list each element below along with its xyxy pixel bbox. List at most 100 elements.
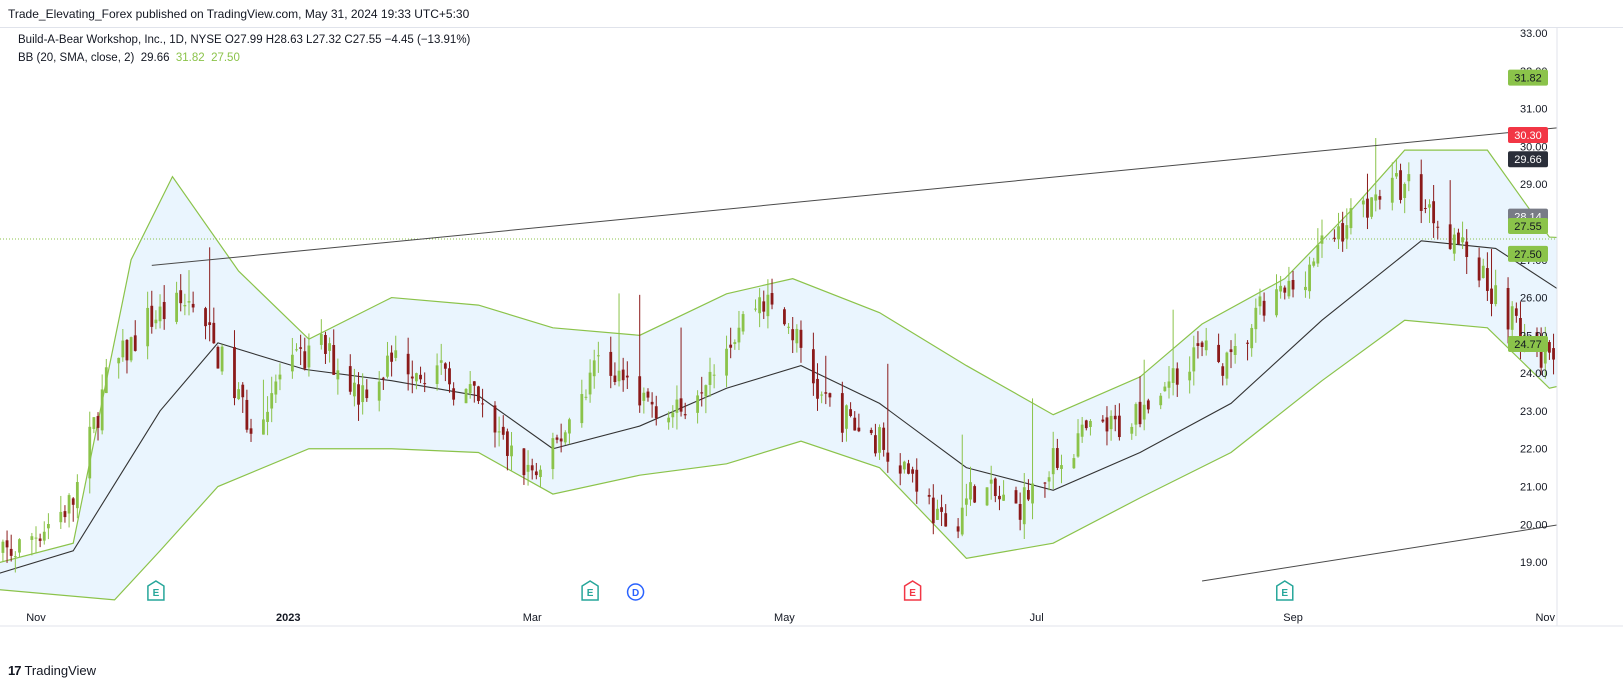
time-axis-label: Sep [1283,612,1303,624]
candle-body [477,386,480,402]
candle-body [596,355,600,357]
candle-body [1134,404,1138,425]
candle-body [1552,348,1555,360]
candle-body [1031,483,1034,504]
candle-body [406,353,410,375]
candle-body [104,367,108,394]
candle-body [117,357,121,364]
candle-body [1428,204,1431,208]
tradingview-logo-icon: 17 [8,663,22,678]
candle-body [394,350,398,358]
candle-body [1175,368,1179,385]
candle-body [324,335,327,354]
candle-body [1510,306,1514,330]
candle-body [936,508,939,520]
candle-body [42,531,46,541]
svg-text:27.55: 27.55 [1514,221,1542,233]
candle-body [1316,244,1320,264]
candle-body [820,394,824,396]
candle-body [328,343,331,351]
time-axis-label: 2023 [276,612,300,624]
bb-legend[interactable]: BB (20, SMA, close, 2) 29.66 31.82 27.50 [18,52,240,64]
candle-body [1423,208,1427,210]
candle-body [857,427,861,432]
candle-body [679,398,683,412]
candle-body [266,411,269,422]
candle-body [1105,417,1109,432]
price-axis-label: 24.00 [1520,368,1548,380]
candle-body [522,448,526,476]
candle-body [1419,174,1423,211]
candle-body [944,513,948,527]
candle-body [96,416,100,428]
candle-body [419,374,422,380]
candle-body [1481,265,1485,279]
candle-body [1204,340,1208,351]
candle-body [993,478,997,497]
candle-body [1275,289,1278,316]
price-axis-label: 23.00 [1520,406,1548,418]
candle-body [1200,342,1204,347]
candle-body [220,346,224,372]
candle-body [1569,333,1572,341]
candle-body [1448,224,1452,249]
candle-body [162,301,166,320]
candle-body [878,427,881,453]
candle-body [1167,381,1171,388]
candle-body [361,385,365,403]
candle-body [737,327,741,343]
candle-body [1027,490,1030,500]
candle-body [158,306,162,322]
candle-body [1320,235,1324,244]
candle-body [787,326,790,328]
candle-body [1457,232,1460,245]
candle-body [270,393,274,409]
candle-body [1283,287,1287,293]
candle-body [998,495,1001,500]
candle-body [472,381,476,386]
candle-body [1403,183,1407,198]
candle-body [468,384,472,394]
candle-body [1014,490,1018,504]
time-axis[interactable]: Nov2023MarMayJulSepNov2024MarMayJulSep [26,612,1623,624]
candle-body [439,360,443,363]
candle-body [712,374,716,376]
candle-body [1577,304,1580,310]
candle-body [1332,237,1336,239]
candle-body [303,351,307,369]
candle-body [762,301,766,312]
candle-body [1250,327,1254,349]
candle-body [534,471,538,476]
time-axis-label: Nov [1535,612,1555,624]
candle-body [1399,170,1402,200]
candle-body [559,438,563,442]
candle-body [5,540,9,548]
tradingview-logo-text: TradingView [24,663,97,678]
earnings-marker-icon: E [147,580,165,601]
candle-body [1246,342,1249,344]
candle-body [1345,225,1349,239]
candle-body [47,524,50,529]
bb-basis-value: 29.66 [140,52,170,64]
candle-body [183,305,187,307]
candle-body [1002,494,1005,501]
price-tag-bb-lower: 27.50 [1508,245,1548,262]
candle-body [646,391,650,398]
price-chart[interactable]: 33.0032.0031.0030.0029.0028.0027.0026.00… [0,0,1623,688]
candle-body [874,435,877,454]
candle-body [1279,285,1283,292]
tradingview-logo[interactable]: 17 TradingView [8,663,96,678]
candle-body [1366,198,1369,218]
candle-body [179,290,183,304]
price-axis[interactable]: 33.0032.0031.0030.0029.0028.0027.0026.00… [1520,28,1548,569]
candle-body [960,507,964,535]
candle-body [415,373,418,382]
candle-body [1055,448,1059,468]
candle-body [237,389,241,400]
candle-body [1461,237,1464,243]
symbol-legend[interactable]: Build-A-Bear Workshop, Inc., 1D, NYSE O2… [18,34,470,46]
candle-body [129,337,133,361]
candle-body [638,376,642,406]
candle-body [1593,298,1596,314]
candle-body [1076,433,1080,457]
